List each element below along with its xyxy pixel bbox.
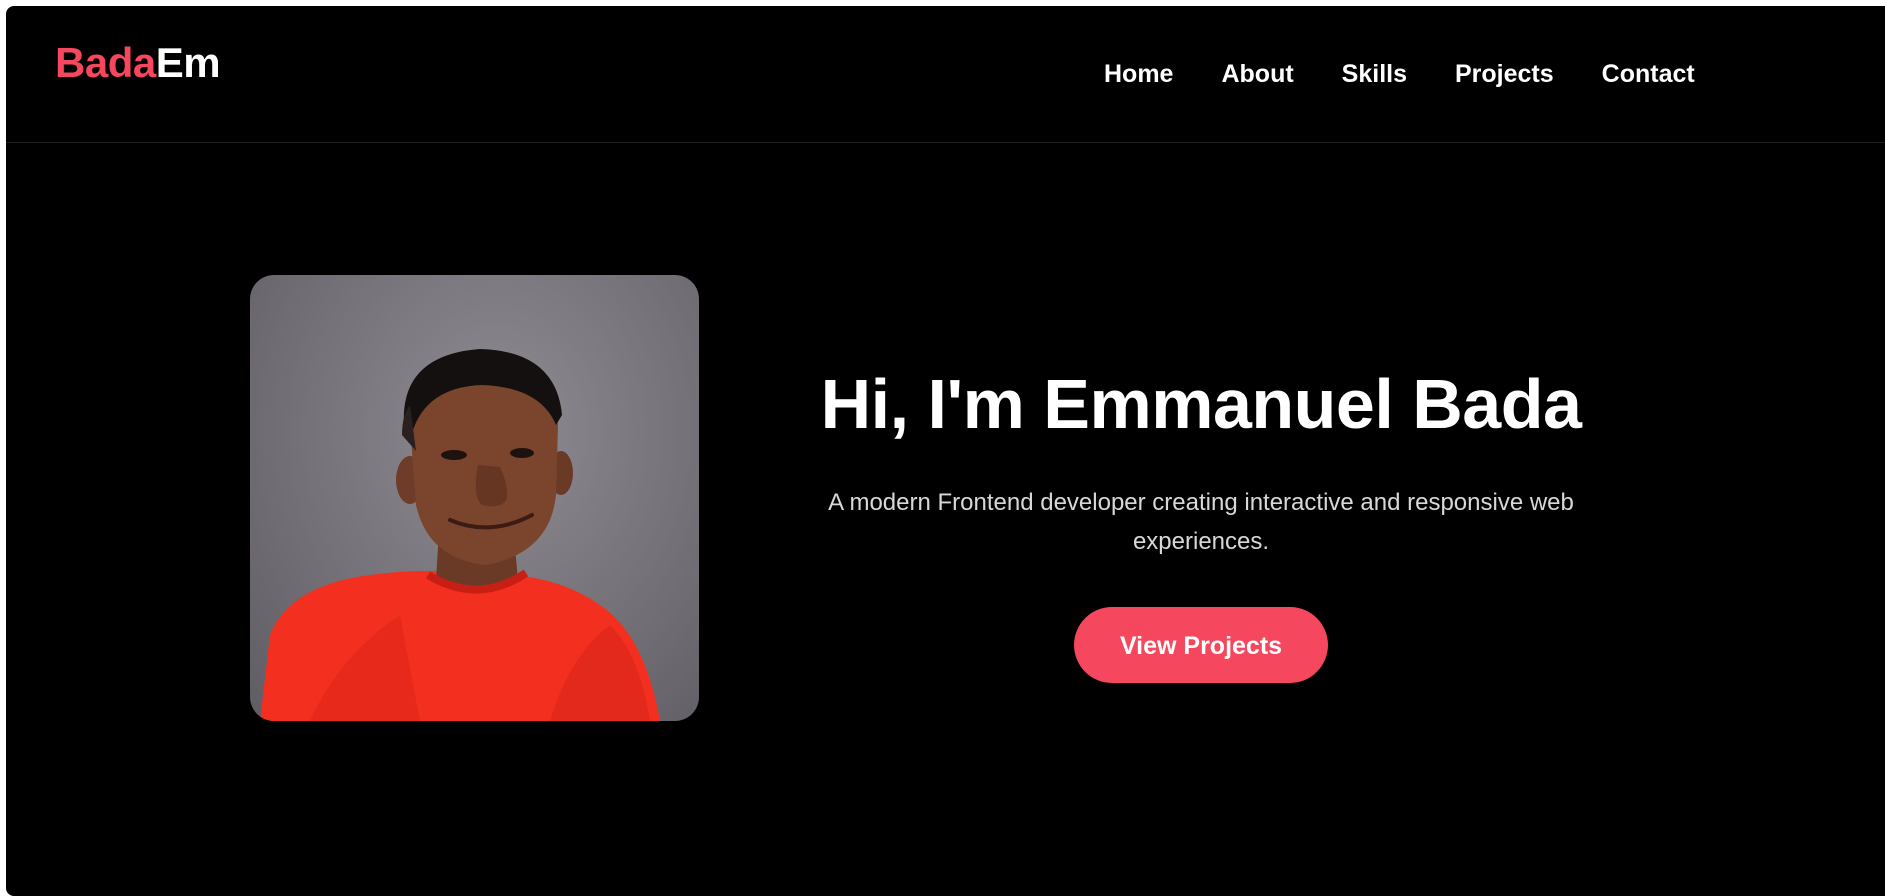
portrait-photo-icon	[260, 349, 660, 721]
hero-subtitle: A modern Frontend developer creating int…	[828, 489, 1574, 555]
nav-link-about[interactable]: About	[1221, 62, 1293, 87]
view-projects-button[interactable]: View Projects	[1074, 607, 1328, 683]
logo-part-bada: Bada	[55, 39, 156, 86]
nav-link-contact[interactable]: Contact	[1602, 62, 1695, 87]
hero-content: Hi, I'm Emmanuel Bada A modern Frontend …	[766, 366, 1636, 683]
site-header: BadaEm Home About Skills Projects Contac…	[6, 6, 1885, 143]
nav-link-skills[interactable]: Skills	[1342, 62, 1407, 87]
page: BadaEm Home About Skills Projects Contac…	[6, 6, 1885, 896]
nav-link-home[interactable]: Home	[1104, 62, 1173, 87]
hero-title: Hi, I'm Emmanuel Bada	[820, 365, 1582, 443]
main-nav: Home About Skills Projects Contact	[1104, 62, 1743, 87]
profile-photo	[250, 275, 699, 721]
logo-part-em: Em	[155, 39, 221, 86]
nav-link-projects[interactable]: Projects	[1455, 62, 1554, 87]
logo[interactable]: BadaEm	[55, 39, 221, 86]
